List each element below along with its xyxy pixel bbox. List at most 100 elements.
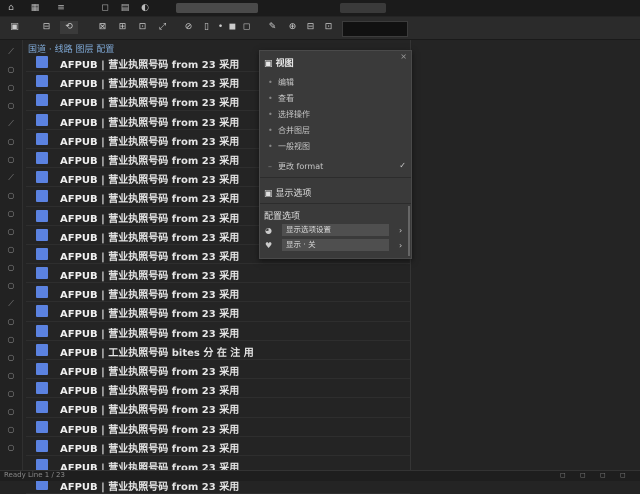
- config-section-title: 配置选项: [264, 212, 301, 222]
- gutter-icon[interactable]: ⟋: [5, 298, 17, 310]
- gutter-icon[interactable]: ○: [5, 82, 17, 94]
- color-swatch-icon[interactable]: [36, 324, 48, 337]
- gutter-icon[interactable]: ○: [5, 208, 17, 220]
- gutter-icon[interactable]: ○: [5, 352, 17, 364]
- edit-icon[interactable]: ✎: [266, 21, 279, 34]
- expand-icon[interactable]: ⤢: [156, 21, 169, 34]
- file-icon[interactable]: ▣: [8, 21, 21, 34]
- color-swatch-icon[interactable]: [36, 228, 48, 241]
- gutter-icon[interactable]: ○: [5, 154, 17, 166]
- menu-item-view[interactable]: • 查看: [268, 93, 294, 104]
- menu-item-select[interactable]: • 选择操作: [268, 109, 310, 120]
- option-display-setting[interactable]: 显示选项设置: [282, 224, 389, 236]
- gutter-icon[interactable]: ⟋: [5, 46, 17, 58]
- list-item[interactable]: AFPUB | 营业执照号码 from 23 采用: [26, 418, 410, 437]
- status-icon[interactable]: ◻: [620, 471, 626, 479]
- color-swatch-icon[interactable]: [36, 113, 48, 126]
- color-swatch-icon[interactable]: [36, 247, 48, 260]
- gutter-icon[interactable]: ○: [5, 244, 17, 256]
- menu-icon[interactable]: ≡: [56, 2, 66, 14]
- close-icon[interactable]: ×: [400, 52, 407, 61]
- grid-icon[interactable]: ▦: [30, 2, 40, 14]
- home-icon[interactable]: ⌂: [6, 2, 16, 14]
- row-description: | 营业执照号码 from 23 采用: [101, 60, 240, 71]
- list-item[interactable]: AFPUB | 营业执照号码 from 23 采用: [26, 283, 410, 303]
- list-item[interactable]: AFPUB | 营业执照号码 from 23 采用: [26, 360, 410, 380]
- row-description: | 营业执照号码 from 23 采用: [101, 251, 240, 263]
- block-icon[interactable]: ⊘: [182, 21, 195, 34]
- toolbar-input[interactable]: [342, 21, 408, 37]
- option-display-toggle[interactable]: 显示 · 关: [282, 239, 389, 251]
- color-swatch-icon[interactable]: [36, 363, 48, 375]
- menu-item-general[interactable]: • 一般视图: [268, 141, 310, 152]
- status-icon[interactable]: ◻: [560, 471, 566, 479]
- color-swatch-icon[interactable]: [36, 75, 48, 88]
- gutter-icon[interactable]: ○: [5, 226, 17, 238]
- panel-icon[interactable]: ▤: [120, 2, 130, 14]
- row-description: | 营业执照号码 from 23 采用: [101, 328, 240, 340]
- minus-icon[interactable]: ⊟: [304, 21, 317, 34]
- undo-icon[interactable]: ⊠: [96, 21, 109, 34]
- list-item[interactable]: AFPUB | 营业执照号码 from 23 采用: [26, 264, 410, 284]
- collapse-icon[interactable]: ⊟: [40, 21, 53, 34]
- title-extra-field[interactable]: [340, 3, 386, 13]
- gutter-icon[interactable]: ○: [5, 190, 17, 202]
- gutter-icon[interactable]: ○: [5, 442, 17, 454]
- color-swatch-icon[interactable]: [36, 286, 48, 299]
- color-swatch-icon[interactable]: [36, 267, 48, 280]
- color-swatch-icon[interactable]: [36, 305, 48, 318]
- status-icon[interactable]: ◻: [600, 471, 606, 479]
- page-icon[interactable]: ▯: [200, 21, 213, 34]
- theme-icon[interactable]: ◐: [140, 2, 150, 14]
- menu-item-merge[interactable]: • 合并图层: [268, 125, 310, 136]
- color-swatch-icon[interactable]: [36, 190, 48, 203]
- frame-icon[interactable]: ⊡: [136, 21, 149, 34]
- list-item[interactable]: AFPUB | 工业执照号码 bites 分 在 注 用: [26, 341, 410, 360]
- gutter-icon[interactable]: ○: [5, 406, 17, 418]
- color-swatch-icon[interactable]: [36, 401, 48, 414]
- format-dropdown[interactable]: – 更改 format: [268, 161, 323, 172]
- gutter-icon[interactable]: ○: [5, 334, 17, 346]
- list-item[interactable]: AFPUB | 营业执照号码 from 23 采用: [26, 379, 410, 399]
- menu-item-edit[interactable]: • 编辑: [268, 77, 294, 88]
- gutter-icon[interactable]: ○: [5, 424, 17, 436]
- window-icon[interactable]: ◻: [100, 2, 110, 14]
- gutter-icon[interactable]: ⟋: [5, 172, 17, 184]
- color-swatch-icon[interactable]: [36, 94, 48, 107]
- color-swatch-icon[interactable]: [36, 209, 48, 222]
- list-item-label: AFPUB | 工业执照号码 bites 分 在 注 用: [60, 344, 254, 359]
- list-item[interactable]: AFPUB | 营业执照号码 from 23 采用: [26, 437, 410, 456]
- gutter-icon[interactable]: ○: [5, 280, 17, 292]
- stroke-icon[interactable]: ◻: [240, 21, 253, 34]
- gutter-icon[interactable]: ○: [5, 136, 17, 148]
- box-icon[interactable]: ⊡: [322, 21, 335, 34]
- display-options-item[interactable]: ▣ 显示选项: [264, 186, 311, 199]
- gutter-icon[interactable]: ○: [5, 64, 17, 76]
- fill-icon[interactable]: ◼: [226, 21, 239, 34]
- gutter-icon[interactable]: ○: [5, 262, 17, 274]
- popup-scrollbar[interactable]: [408, 206, 410, 256]
- list-item[interactable]: AFPUB | 营业执照号码 from 23 采用: [26, 302, 410, 322]
- split-icon[interactable]: ⊞: [116, 21, 129, 34]
- list-item[interactable]: AFPUB | 营业执照号码 from 23 采用: [26, 322, 410, 341]
- color-swatch-icon[interactable]: [36, 171, 48, 184]
- select-button[interactable]: ⟲: [60, 21, 78, 34]
- gutter-icon[interactable]: ○: [5, 100, 17, 112]
- list-item[interactable]: AFPUB | 营业执照号码 from 23 采用: [26, 398, 410, 418]
- add-icon[interactable]: ⊕: [286, 21, 299, 34]
- color-swatch-icon[interactable]: [36, 420, 48, 433]
- status-icon[interactable]: ◻: [580, 471, 586, 479]
- color-swatch-icon[interactable]: [36, 132, 48, 145]
- gutter-icon[interactable]: ○: [5, 316, 17, 328]
- chevron-right-icon[interactable]: ›: [399, 226, 402, 235]
- chevron-right-icon[interactable]: ›: [399, 241, 402, 250]
- color-swatch-icon[interactable]: [36, 151, 48, 164]
- gutter-icon[interactable]: ⟋: [5, 118, 17, 130]
- title-search-field[interactable]: [176, 3, 258, 13]
- gutter-icon[interactable]: ○: [5, 388, 17, 400]
- gutter-icon[interactable]: ○: [5, 370, 17, 382]
- color-swatch-icon[interactable]: [36, 439, 48, 452]
- color-swatch-icon[interactable]: [36, 343, 48, 356]
- color-swatch-icon[interactable]: [36, 382, 48, 395]
- color-swatch-icon[interactable]: [36, 56, 48, 68]
